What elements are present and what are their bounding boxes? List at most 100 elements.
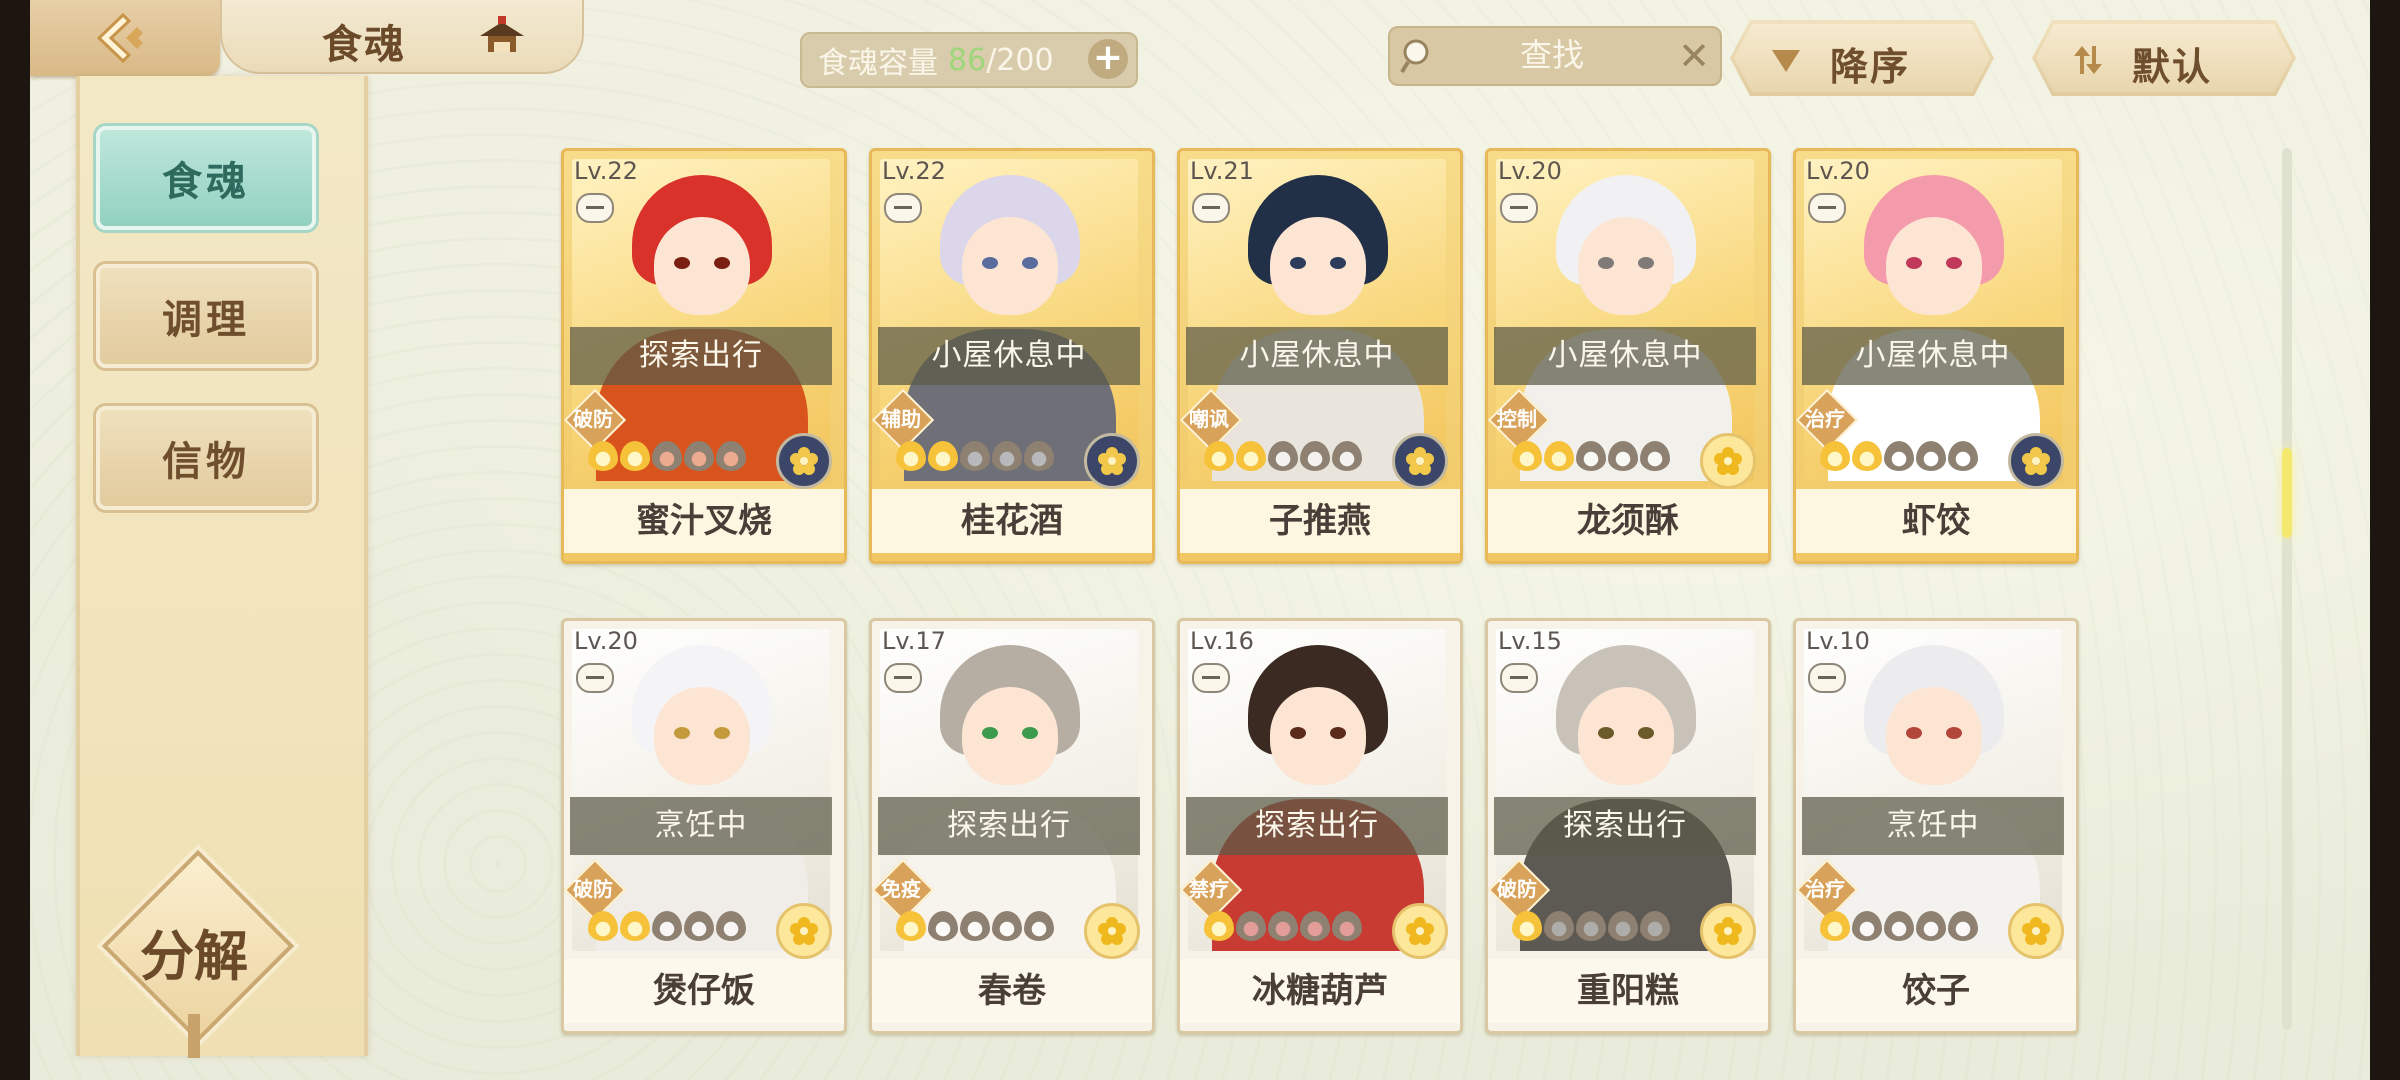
search-box: ✕ <box>1388 26 1722 86</box>
character-eye <box>674 727 690 739</box>
card-name: 春卷 <box>872 959 1152 1023</box>
character-face <box>1578 217 1674 315</box>
star-rating <box>1820 441 1978 475</box>
add-capacity-button[interactable]: + <box>1088 39 1128 79</box>
sort-order-button[interactable]: 降序 <box>1730 20 1994 96</box>
capacity-label: 食魂容量 <box>818 46 938 81</box>
flower-icon <box>1714 917 1742 945</box>
food-soul-card[interactable]: Lv.22 探索出行 破防 蜜汁叉烧 <box>561 148 847 564</box>
food-soul-card[interactable]: Lv.21 小屋休息中 嘲讽 子推燕 <box>1177 148 1463 564</box>
lock-icon[interactable] <box>1808 663 1846 693</box>
sort-order-label: 降序 <box>1830 45 1911 89</box>
character-eye <box>1290 257 1306 269</box>
food-soul-card[interactable]: Lv.15 探索出行 破防 重阳糕 <box>1485 618 1771 1034</box>
capacity-max: /200 <box>986 42 1054 78</box>
star-rating <box>1204 911 1362 945</box>
food-soul-card[interactable]: Lv.16 探索出行 禁疗 冰糖葫芦 <box>1177 618 1463 1034</box>
card-name: 重阳糕 <box>1488 959 1768 1023</box>
card-level: Lv.20 <box>1498 157 1562 185</box>
star-rating <box>896 911 1054 945</box>
decompose-label: 分解 <box>140 925 248 988</box>
flame-star-icon <box>1512 911 1542 941</box>
character-eye <box>1330 727 1346 739</box>
flame-star-icon <box>1820 441 1850 471</box>
card-name: 龙须酥 <box>1488 489 1768 553</box>
character-eye <box>1330 257 1346 269</box>
element-badge <box>1392 433 1448 489</box>
lock-icon[interactable] <box>1192 663 1230 693</box>
role-tag: 辅助 <box>872 388 935 452</box>
sort-mode-button[interactable]: 默认 <box>2032 20 2296 96</box>
scrollbar[interactable] <box>2282 148 2292 1030</box>
character-eye <box>674 257 690 269</box>
character-eye <box>1906 727 1922 739</box>
card-name: 虾饺 <box>1796 489 2076 553</box>
character-face <box>1270 217 1366 315</box>
lock-icon[interactable] <box>1500 663 1538 693</box>
food-soul-card[interactable]: Lv.10 烹饪中 治疗 饺子 <box>1793 618 2079 1034</box>
flame-star-icon <box>1544 911 1574 941</box>
back-button[interactable] <box>30 0 220 76</box>
food-soul-card[interactable]: Lv.20 小屋休息中 控制 龙须酥 <box>1485 148 1771 564</box>
clear-search-icon[interactable]: ✕ <box>1678 34 1710 78</box>
food-soul-card[interactable]: Lv.22 小屋休息中 辅助 桂花酒 <box>869 148 1155 564</box>
capacity-counter: 食魂容量 86 /200 + <box>800 32 1138 88</box>
character-face <box>962 217 1058 315</box>
character-face <box>1578 687 1674 785</box>
star-rating <box>1512 911 1670 945</box>
capacity-current: 86 <box>948 42 987 78</box>
character-face <box>962 687 1058 785</box>
role-tag: 破防 <box>564 858 627 922</box>
flame-star-icon <box>620 911 650 941</box>
flower-icon <box>2022 917 2050 945</box>
star-rating <box>1820 911 1978 945</box>
card-status: 小屋休息中 <box>878 327 1140 385</box>
lock-icon[interactable] <box>576 193 614 223</box>
flame-star-icon <box>1884 911 1914 941</box>
search-input[interactable] <box>1450 34 1654 76</box>
food-soul-card[interactable]: Lv.20 小屋休息中 治疗 虾饺 <box>1793 148 2079 564</box>
game-screen: 食魂 食魂容量 86 /200 + ✕ <box>30 0 2370 1080</box>
card-status: 烹饪中 <box>570 797 832 855</box>
role-label: 破防 <box>573 877 613 901</box>
role-label: 破防 <box>573 407 613 431</box>
character-face <box>1886 687 1982 785</box>
food-soul-card[interactable]: Lv.20 烹饪中 破防 煲仔饭 <box>561 618 847 1034</box>
flame-star-icon <box>1204 911 1234 941</box>
lock-icon[interactable] <box>1808 193 1846 223</box>
role-tag: 治疗 <box>1796 388 1859 452</box>
lock-icon[interactable] <box>884 193 922 223</box>
flame-star-icon <box>652 911 682 941</box>
card-status: 探索出行 <box>1494 797 1756 855</box>
card-level: Lv.15 <box>1498 627 1562 655</box>
flame-star-icon <box>1640 911 1670 941</box>
card-status: 小屋休息中 <box>1494 327 1756 385</box>
sidebar-item-food-souls[interactable]: 食魂 <box>96 126 316 230</box>
flame-star-icon <box>1300 911 1330 941</box>
lock-icon[interactable] <box>1500 193 1538 223</box>
decompose-button[interactable]: 分解 <box>101 849 295 1058</box>
flower-icon <box>2022 447 2050 475</box>
lock-icon[interactable] <box>884 663 922 693</box>
flame-star-icon <box>1576 441 1606 471</box>
lock-icon[interactable] <box>576 663 614 693</box>
flame-star-icon <box>684 441 714 471</box>
role-tag: 嘲讽 <box>1180 388 1243 452</box>
flame-star-icon <box>960 441 990 471</box>
food-soul-card[interactable]: Lv.17 探索出行 免疫 春卷 <box>869 618 1155 1034</box>
pavilion-icon[interactable] <box>478 16 526 56</box>
card-level: Lv.17 <box>882 627 946 655</box>
lock-icon[interactable] <box>1192 193 1230 223</box>
card-name: 蜜汁叉烧 <box>564 489 844 553</box>
card-level: Lv.22 <box>882 157 946 185</box>
character-face <box>1270 687 1366 785</box>
star-rating <box>588 441 746 475</box>
flower-icon <box>790 447 818 475</box>
role-label: 控制 <box>1497 407 1537 431</box>
sidebar-item-conditioning[interactable]: 调理 <box>96 264 316 368</box>
sidebar-item-tokens[interactable]: 信物 <box>96 406 316 510</box>
flame-star-icon <box>960 911 990 941</box>
character-face <box>1886 217 1982 315</box>
scrollbar-thumb[interactable] <box>2282 448 2292 538</box>
role-tag: 控制 <box>1488 388 1551 452</box>
